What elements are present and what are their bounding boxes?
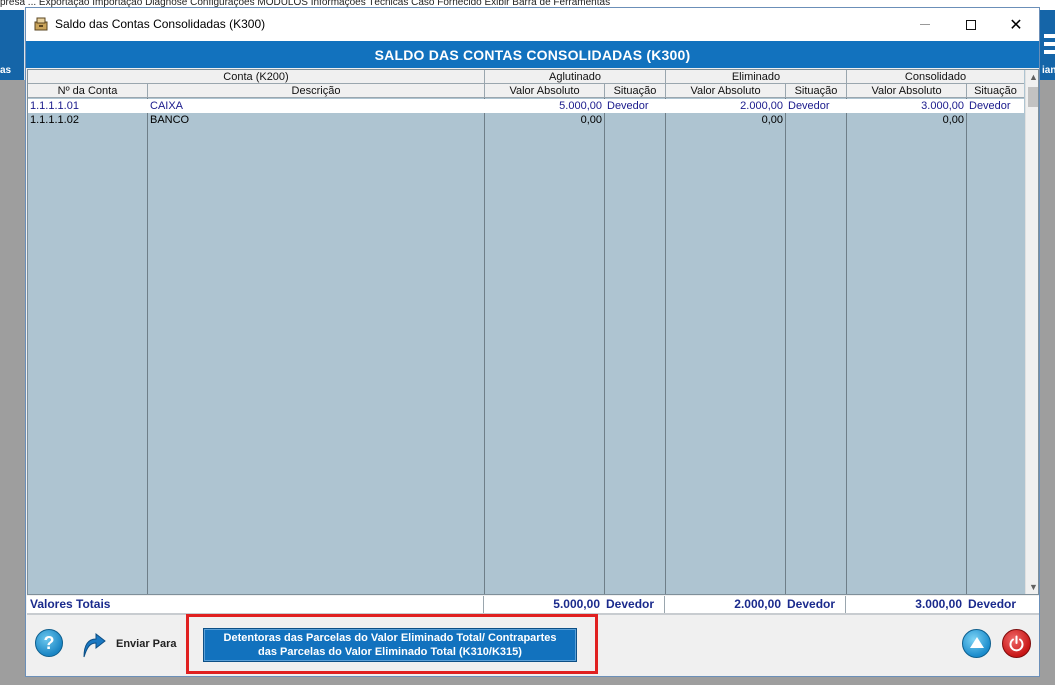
cell-descricao: BANCO <box>150 114 190 126</box>
close-button[interactable]: ✕ <box>993 8 1039 41</box>
window-title: Saldo das Contas Consolidadas (K300) <box>55 17 266 31</box>
scroll-up-arrow-icon[interactable]: ▲ <box>1026 70 1038 84</box>
cell-agl-valor: 0,00 <box>580 114 602 126</box>
column-header-row: Nº da Conta Descrição Valor Absoluto Sit… <box>28 84 1024 98</box>
cell-con-situacao <box>967 113 1024 127</box>
total-agl-valor: 5.000,00 <box>553 597 600 611</box>
group-header-row: Conta (K200) Aglutinado Eliminado Consol… <box>28 70 1024 84</box>
cell-con-valor: 3.000,00 <box>921 100 964 112</box>
maximize-button[interactable] <box>948 8 994 41</box>
table-row[interactable]: 1.1.1.1.02 BANCO 0,00 0,00 0,00 <box>28 113 1024 127</box>
background-right-label: ian <box>1042 65 1055 76</box>
send-arrow-icon[interactable] <box>80 629 106 659</box>
maximize-icon <box>966 19 976 30</box>
total-eli-valor: 2.000,00 <box>734 597 781 611</box>
help-icon: ? <box>43 633 55 653</box>
group-header-eliminado: Eliminado <box>665 70 846 84</box>
cell-eli-situacao: Devedor <box>788 100 830 112</box>
background-right-tile: ian <box>1040 10 1055 80</box>
action-button-line1: Detentoras das Parcelas do Valor Elimina… <box>223 632 557 644</box>
totals-label: Valores Totais <box>30 597 111 611</box>
table-row[interactable]: 1.1.1.1.01 CAIXA 5.000,00 Devedor 2.000,… <box>28 99 1024 113</box>
column-header-agl-situacao[interactable]: Situação <box>604 84 665 98</box>
saldo-contas-dialog: Saldo das Contas Consolidadas (K300) ✕ S… <box>25 7 1040 677</box>
cell-eli-valor: 0,00 <box>761 114 783 126</box>
scroll-down-arrow-icon[interactable]: ▼ <box>1026 580 1038 594</box>
group-header-conta: Conta (K200) <box>223 71 289 83</box>
cell-descricao: CAIXA <box>150 100 184 112</box>
totals-row: Valores Totais 5.000,00 Devedor 2.000,00… <box>27 596 1039 615</box>
cell-con-situacao: Devedor <box>969 100 1011 112</box>
cell-eli-valor: 2.000,00 <box>740 100 783 112</box>
app-icon <box>34 17 48 31</box>
up-arrow-icon <box>970 637 984 648</box>
scrollbar-thumb[interactable] <box>1028 87 1038 107</box>
minimize-icon <box>920 24 930 25</box>
total-con-situacao: Devedor <box>968 597 1017 611</box>
power-icon <box>1009 635 1024 652</box>
page-title: SALDO DAS CONTAS CONSOLIDADAS (K300) <box>26 41 1039 68</box>
help-button[interactable]: ? <box>35 629 63 657</box>
minimize-button[interactable] <box>902 8 948 41</box>
group-header-consolidado: Consolidado <box>846 70 1024 84</box>
column-header-eli-situacao[interactable]: Situação <box>785 84 846 98</box>
grid-column-lines <box>28 70 1024 594</box>
cell-agl-situacao: Devedor <box>607 100 649 112</box>
close-icon: ✕ <box>1009 16 1023 34</box>
send-to-label[interactable]: Enviar Para <box>116 638 177 650</box>
column-header-con-valor[interactable]: Valor Absoluto <box>846 84 966 98</box>
title-bar[interactable]: Saldo das Contas Consolidadas (K300) ✕ <box>26 8 1039 41</box>
group-header-aglutinado: Aglutinado <box>484 70 665 84</box>
total-con-valor: 3.000,00 <box>915 597 962 611</box>
cell-agl-situacao <box>605 113 665 127</box>
column-header-con-situacao[interactable]: Situação <box>966 84 1024 98</box>
action-button-line2: das Parcelas do Valor Eliminado Total (K… <box>258 646 522 658</box>
background-left-label: as <box>0 65 12 76</box>
exit-button[interactable] <box>1002 629 1031 658</box>
accounts-grid[interactable]: Conta (K200) Aglutinado Eliminado Consol… <box>27 69 1039 595</box>
cell-agl-valor: 5.000,00 <box>559 100 602 112</box>
column-header-descricao[interactable]: Descrição <box>147 84 484 98</box>
scroll-up-button[interactable] <box>962 629 991 658</box>
column-header-eli-valor[interactable]: Valor Absoluto <box>665 84 785 98</box>
column-header-numero[interactable]: Nº da Conta <box>28 84 147 98</box>
background-left-tile: as <box>0 10 24 80</box>
cell-numero: 1.1.1.1.02 <box>30 114 79 126</box>
menu-bars-icon <box>1044 34 1055 54</box>
cell-eli-situacao <box>786 113 846 127</box>
detentoras-parcelas-button[interactable]: Detentoras das Parcelas do Valor Elimina… <box>203 628 577 662</box>
total-eli-situacao: Devedor <box>787 597 836 611</box>
vertical-scrollbar[interactable]: ▲ ▼ <box>1025 70 1038 594</box>
column-header-agl-valor[interactable]: Valor Absoluto <box>484 84 604 98</box>
cell-con-valor: 0,00 <box>942 114 964 126</box>
cell-numero: 1.1.1.1.01 <box>30 100 79 112</box>
total-agl-situacao: Devedor <box>606 597 655 611</box>
